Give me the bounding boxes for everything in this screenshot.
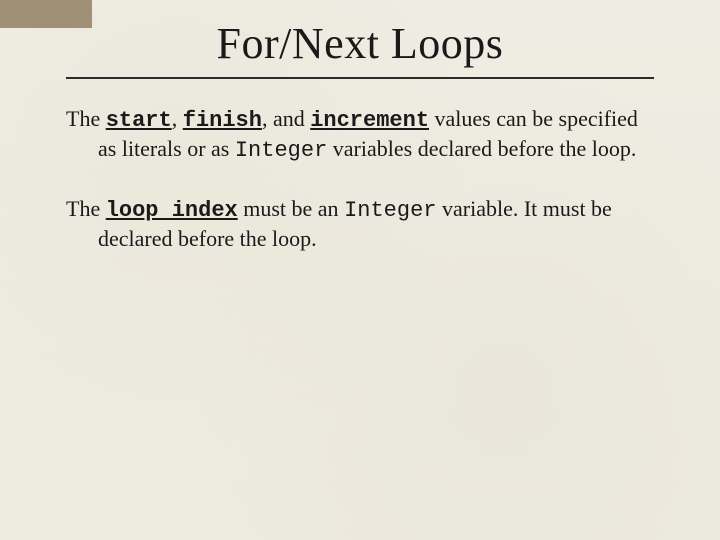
page-title: For/Next Loops	[66, 18, 654, 69]
p1-tail: variables declared before the loop.	[327, 136, 636, 161]
keyword-start: start	[106, 108, 172, 133]
p2-lead: The	[66, 196, 106, 221]
title-rule	[66, 77, 654, 79]
paragraph-2: The loop index must be an Integer variab…	[66, 195, 654, 253]
p1-sep1: ,	[172, 106, 183, 131]
keyword-loop-index: loop index	[106, 198, 238, 223]
keyword-increment: increment	[310, 108, 429, 133]
paragraph-1: The start, finish, and increment values …	[66, 105, 654, 165]
slide: For/Next Loops The start, finish, and in…	[0, 0, 720, 540]
keyword-finish: finish	[183, 108, 262, 133]
p1-sep2: , and	[262, 106, 310, 131]
code-integer-1: Integer	[235, 138, 327, 163]
code-integer-2: Integer	[344, 198, 436, 223]
p2-mid: must be an	[238, 196, 344, 221]
p1-lead: The	[66, 106, 106, 131]
